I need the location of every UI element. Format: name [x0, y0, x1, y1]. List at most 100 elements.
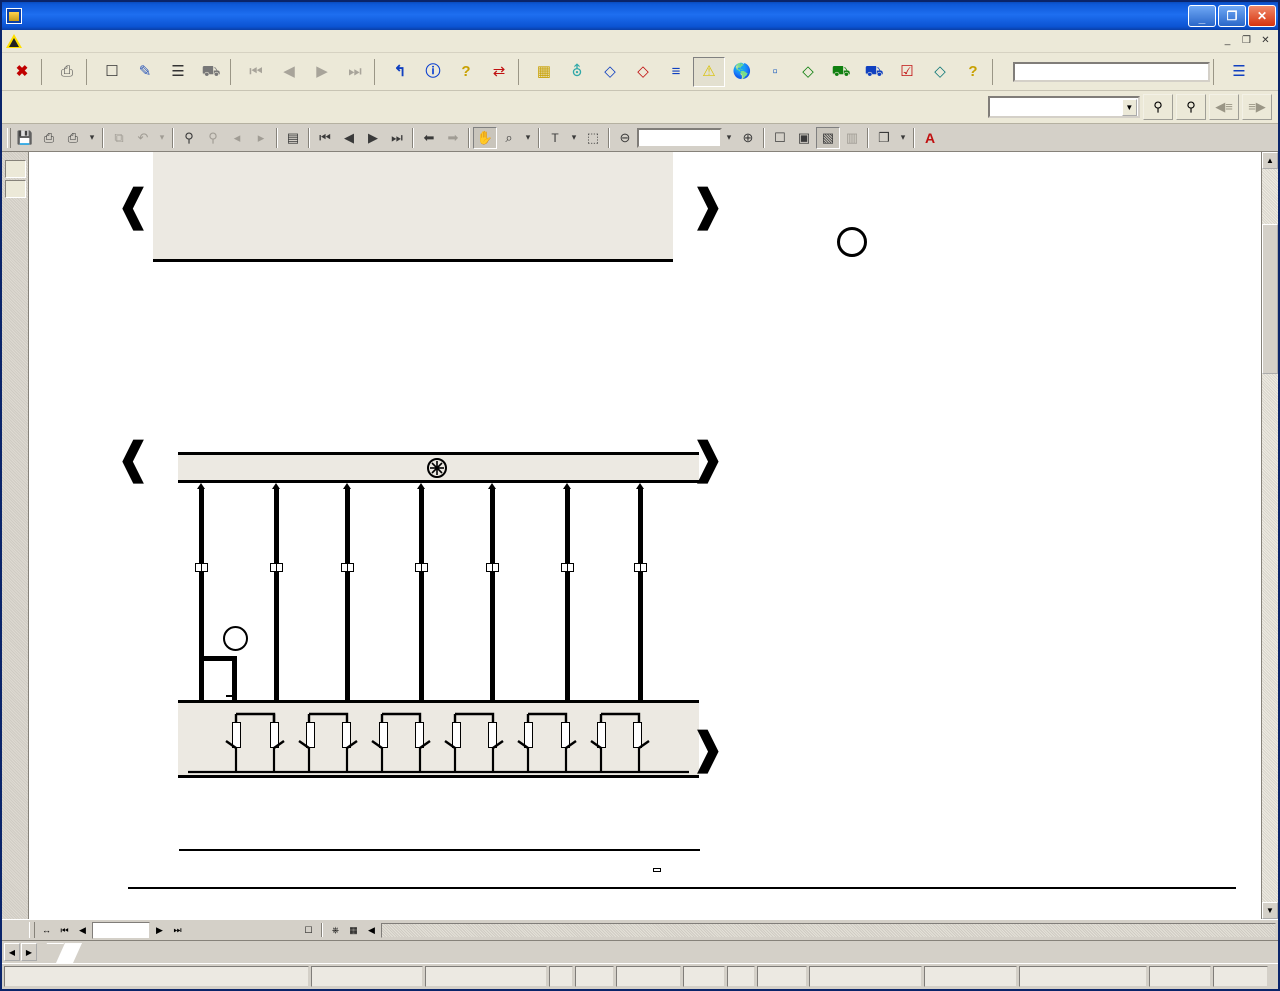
- green-book-button[interactable]: ◇: [792, 57, 824, 87]
- edit-document-button[interactable]: ✎: [129, 57, 161, 87]
- pdf-fit-width-button[interactable]: ▧: [816, 127, 840, 149]
- resize-grip-button[interactable]: ↔: [38, 922, 55, 939]
- blue-book-button[interactable]: ◇: [594, 57, 626, 87]
- print-button[interactable]: ⎙: [51, 57, 83, 87]
- pdf-previous-page-button[interactable]: ◀: [337, 127, 361, 149]
- menu-edit[interactable]: [45, 39, 61, 43]
- document-list-button[interactable]: ☰: [162, 57, 194, 87]
- facing-mode-button[interactable]: ▦: [345, 922, 362, 939]
- tab-scroll-right-button[interactable]: ▶: [21, 943, 37, 961]
- search-item-input[interactable]: [990, 98, 1122, 116]
- scroll-up-button[interactable]: ▲: [1262, 152, 1278, 169]
- up-level-button[interactable]: ↰: [384, 57, 416, 87]
- pdf-show-navigation-button[interactable]: ▤: [281, 127, 305, 149]
- menu-help[interactable]: [93, 39, 109, 43]
- zoom-level-field[interactable]: [637, 128, 722, 148]
- mdi-minimize-button[interactable]: _: [1219, 32, 1236, 48]
- pdf-last-page-button[interactable]: ⏭: [385, 127, 409, 149]
- pdf-fit-page-button[interactable]: ▣: [792, 127, 816, 149]
- pdf-undo-button[interactable]: ↶: [131, 127, 155, 149]
- search-item-combobox[interactable]: ▼: [988, 96, 1140, 118]
- pdf-save-button[interactable]: 💾: [13, 127, 37, 149]
- mdi-restore-button[interactable]: ❐: [1238, 32, 1255, 48]
- menu-service[interactable]: [29, 39, 45, 43]
- list-button[interactable]: ≡: [660, 57, 692, 87]
- pdf-print-setup-dropdown[interactable]: ▾: [85, 127, 99, 149]
- red-book-button[interactable]: ◇: [627, 57, 659, 87]
- nav-tab-thumbnails[interactable]: [5, 180, 26, 198]
- menu-settings[interactable]: [77, 39, 93, 43]
- info-button[interactable]: ⓘ: [417, 57, 449, 87]
- pdf-document-view[interactable]: ❰ ❱: [29, 152, 1261, 919]
- next-item-button[interactable]: ≡▶: [1242, 94, 1272, 120]
- pdf-next-page-button[interactable]: ▶: [361, 127, 385, 149]
- pdf-graphics-select-button[interactable]: ⬚: [581, 127, 605, 149]
- pdf-zoom-in-button[interactable]: ⊕: [736, 127, 760, 149]
- pdf-page-layout-button[interactable]: ❐: [872, 127, 896, 149]
- adobe-online-button[interactable]: A: [918, 127, 942, 149]
- minimize-button[interactable]: _: [1188, 5, 1216, 27]
- parts-button[interactable]: ▦: [528, 57, 560, 87]
- page-counter[interactable]: [92, 922, 150, 939]
- pdf-text-select-button[interactable]: T: [543, 127, 567, 149]
- new-document-button[interactable]: ☐: [96, 57, 128, 87]
- horizontal-scroll-left-button[interactable]: ◀: [363, 922, 380, 939]
- status-previous-page-button[interactable]: ◀: [74, 922, 91, 939]
- document-vertical-scrollbar[interactable]: ▲ ▼: [1261, 152, 1278, 919]
- chevron-down-icon[interactable]: ▼: [1122, 99, 1137, 116]
- pdf-first-page-button[interactable]: ⏮: [313, 127, 337, 149]
- pdf-go-forward-button[interactable]: ➡: [441, 127, 465, 149]
- current-flow-diagrams-button[interactable]: ⚠: [693, 57, 725, 87]
- pdf-zoom-out-button[interactable]: ⊖: [613, 127, 637, 149]
- next-page-button[interactable]: ▶: [306, 57, 338, 87]
- pdf-previous-highlight-button[interactable]: ◂: [225, 127, 249, 149]
- pdf-hand-tool-button[interactable]: ✋: [473, 127, 497, 149]
- help-button[interactable]: ?: [450, 57, 482, 87]
- checklist-button[interactable]: ☑: [891, 57, 923, 87]
- pdf-text-select-dropdown[interactable]: ▾: [567, 127, 581, 149]
- pdf-go-back-button[interactable]: ⬅: [417, 127, 441, 149]
- vehicle-button[interactable]: ⛟: [195, 57, 227, 87]
- teal-book-button[interactable]: ◇: [924, 57, 956, 87]
- tab-scroll-left-button[interactable]: ◀: [4, 943, 20, 961]
- jobnote-editor-button[interactable]: ☰: [1223, 57, 1255, 87]
- pdf-undo-dropdown[interactable]: ▾: [155, 127, 169, 149]
- pdf-zoom-tool-dropdown[interactable]: ▾: [521, 127, 535, 149]
- pdf-zoom-tool-button[interactable]: ⌕: [497, 127, 521, 149]
- search-forward-button[interactable]: ⚲: [1143, 94, 1173, 120]
- status-last-page-button[interactable]: ⏭: [169, 922, 186, 939]
- nav-tab-bookmarks[interactable]: [5, 160, 26, 178]
- pdf-print-button[interactable]: ⎙: [37, 127, 61, 149]
- continuous-mode-button[interactable]: ⎈: [327, 922, 344, 939]
- zoom-level-dropdown[interactable]: ▾: [722, 127, 736, 149]
- car-info-button[interactable]: ⛟: [858, 57, 890, 87]
- menu-view[interactable]: [61, 39, 77, 43]
- scroll-thumb[interactable]: [1262, 224, 1278, 374]
- pdf-copy-button[interactable]: ⧉: [107, 127, 131, 149]
- pdf-search-button[interactable]: ⚲: [201, 127, 225, 149]
- scroll-track[interactable]: [1262, 169, 1278, 902]
- previous-item-button[interactable]: ◀≡: [1209, 94, 1239, 120]
- search-backward-button[interactable]: ⚲: [1176, 94, 1206, 120]
- pdf-reflow-button[interactable]: ▥: [840, 127, 864, 149]
- fluids-button[interactable]: ⛢: [561, 57, 593, 87]
- first-page-button[interactable]: ⏮: [240, 57, 272, 87]
- close-button[interactable]: ✕: [1248, 5, 1276, 27]
- pdf-page-layout-dropdown[interactable]: ▾: [896, 127, 910, 149]
- previous-page-button[interactable]: ◀: [273, 57, 305, 87]
- restore-button[interactable]: ❐: [1218, 5, 1246, 27]
- single-page-mode-button[interactable]: ☐: [300, 922, 317, 939]
- exit-button[interactable]: ✖: [6, 57, 38, 87]
- pdf-next-highlight-button[interactable]: ▸: [249, 127, 273, 149]
- pdf-find-button[interactable]: ⚲: [177, 127, 201, 149]
- status-first-page-button[interactable]: ⏮: [56, 922, 73, 939]
- pdf-print-setup-button[interactable]: ⎙: [61, 127, 85, 149]
- scroll-down-button[interactable]: ▼: [1262, 902, 1278, 919]
- jobnote-input[interactable]: [1013, 62, 1210, 82]
- display-button[interactable]: ▫: [759, 57, 791, 87]
- status-next-page-button[interactable]: ▶: [151, 922, 168, 939]
- globe-button[interactable]: 🌎: [726, 57, 758, 87]
- switch-button[interactable]: ⇄: [483, 57, 515, 87]
- last-page-button[interactable]: ⏭: [339, 57, 371, 87]
- mdi-close-button[interactable]: ✕: [1257, 32, 1274, 48]
